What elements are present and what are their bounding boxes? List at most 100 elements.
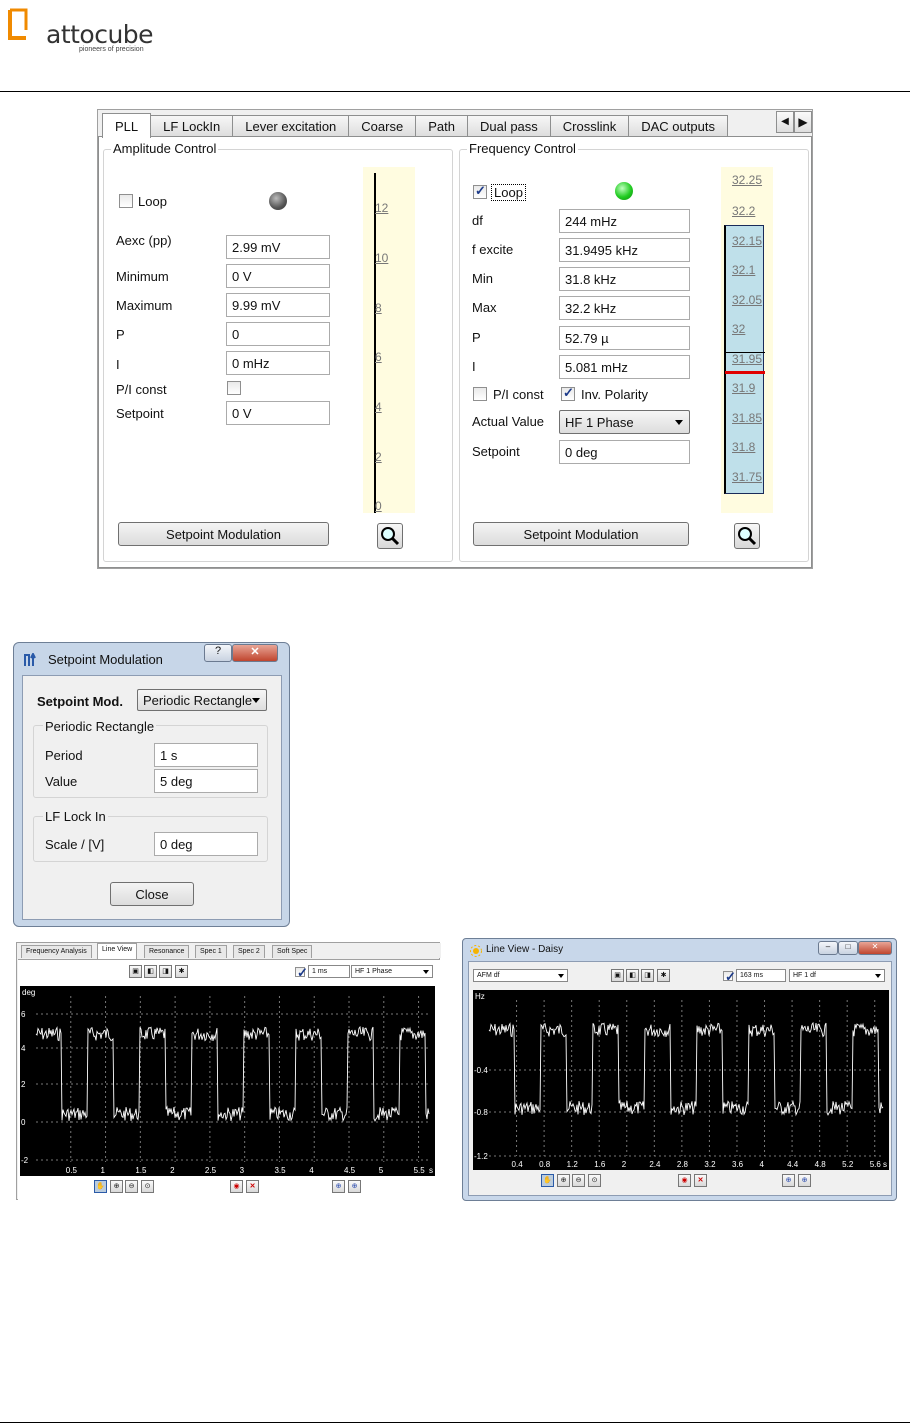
- save-icon[interactable]: ◨: [159, 965, 172, 978]
- x-tick-label: 5.6: [870, 1160, 882, 1169]
- freq-p-field[interactable]: 52.79 µ: [559, 326, 690, 350]
- camera-icon[interactable]: ▣: [129, 965, 142, 978]
- minimum-field[interactable]: 0 V: [226, 264, 330, 288]
- tab-spec-1[interactable]: Spec 1: [195, 945, 227, 958]
- tab-lf-lockin[interactable]: LF LockIn: [150, 115, 234, 137]
- freq-scale-tick: 32.25: [732, 173, 763, 187]
- x-tick-label: 4: [309, 1166, 314, 1175]
- tab-line-view[interactable]: Line View: [97, 943, 138, 959]
- zoom-fit-icon[interactable]: ⊙: [588, 1174, 601, 1187]
- tab-coarse[interactable]: Coarse: [348, 115, 417, 137]
- amp-status-led: [269, 192, 287, 210]
- tab-scroll-left-icon[interactable]: ◀: [776, 111, 794, 133]
- tab-spec-2[interactable]: Spec 2: [233, 945, 265, 958]
- channel-selected: HF 1 Phase: [355, 968, 392, 975]
- maximum-field[interactable]: 9.99 mV: [226, 293, 330, 317]
- settings-icon[interactable]: ✱: [175, 965, 188, 978]
- actual-value-select[interactable]: HF 1 Phase: [559, 410, 690, 434]
- clear-icon[interactable]: ✕: [694, 1174, 707, 1187]
- period-field[interactable]: 1 s: [154, 743, 258, 767]
- aexc-label: Aexc (pp): [116, 233, 172, 248]
- setpoint-mod-select[interactable]: Periodic Rectangle: [137, 689, 267, 711]
- tab-lever-excitation[interactable]: Lever excitation: [232, 115, 350, 137]
- minimize-button[interactable]: –: [818, 941, 838, 955]
- tab-resonance[interactable]: Resonance: [144, 945, 190, 958]
- zoom-fit-icon[interactable]: ⊙: [141, 1180, 154, 1193]
- freq-min-field[interactable]: 31.8 kHz: [559, 267, 690, 291]
- record-icon[interactable]: ◉: [230, 1180, 243, 1193]
- freq-i-field[interactable]: 5.081 mHz: [559, 355, 690, 379]
- tab-soft-spec[interactable]: Soft Spec: [272, 945, 313, 958]
- header-rule: [0, 91, 910, 92]
- brand-tagline: pioneers of precision: [79, 46, 144, 53]
- chevron-down-icon: [423, 970, 429, 974]
- freq-loop-checkbox[interactable]: [473, 183, 487, 199]
- freq-pi-const-label: P/I const: [493, 387, 544, 402]
- channel-select[interactable]: HF 1 Phase: [351, 965, 433, 978]
- open-icon[interactable]: ◧: [626, 969, 639, 982]
- zoom-x-icon[interactable]: ⊕: [332, 1180, 345, 1193]
- f-excite-field[interactable]: 31.9495 kHz: [559, 238, 690, 262]
- tab-frequency-analysis[interactable]: Frequency Analysis: [21, 945, 92, 958]
- tab-crosslink[interactable]: Crosslink: [549, 115, 630, 137]
- aexc-field[interactable]: 2.99 mV: [226, 235, 330, 259]
- amp-i-field[interactable]: 0 mHz: [226, 351, 330, 375]
- time-field[interactable]: 1 ms: [308, 965, 350, 978]
- amp-setpoint-modulation-button[interactable]: Setpoint Modulation: [118, 522, 329, 546]
- freq-scale-tick: 31.95: [732, 352, 763, 366]
- amp-loop-checkbox[interactable]: [119, 194, 133, 208]
- time-checkbox[interactable]: [295, 965, 308, 981]
- daisy-time-field[interactable]: 163 ms: [736, 969, 786, 982]
- freq-zoom-button[interactable]: [734, 523, 760, 549]
- settings-icon[interactable]: ✱: [657, 969, 670, 982]
- zoom-x-icon[interactable]: ⊕: [782, 1174, 795, 1187]
- tab-pll[interactable]: PLL: [102, 113, 152, 138]
- x-tick-label: 0.5: [66, 1166, 78, 1175]
- window-close-button[interactable]: ✕: [858, 941, 892, 955]
- freq-setpoint-modulation-button[interactable]: Setpoint Modulation: [473, 522, 689, 546]
- zoom-in-icon[interactable]: ⊕: [557, 1174, 570, 1187]
- freq-setpoint-field[interactable]: 0 deg: [559, 440, 690, 464]
- freq-scale-tick: 31.9: [732, 381, 756, 395]
- scale-field[interactable]: 0 deg: [154, 832, 258, 856]
- tab-scroll-right-icon[interactable]: ▶: [794, 111, 812, 133]
- zoom-in-icon[interactable]: ⊕: [110, 1180, 123, 1193]
- amp-pi-const-checkbox[interactable]: [227, 381, 241, 395]
- df-field[interactable]: 244 mHz: [559, 209, 690, 233]
- save-icon[interactable]: ◨: [641, 969, 654, 982]
- close-window-button[interactable]: ✕: [232, 644, 278, 662]
- line-view-daisy-window: Line View - Daisy – □ ✕ AFM df ▣ ◧ ◨ ✱ 1…: [462, 938, 897, 1201]
- freq-max-field[interactable]: 32.2 kHz: [559, 296, 690, 320]
- zoom-out-icon[interactable]: ⊖: [572, 1174, 585, 1187]
- line-plot-1: 0.5 1 1.5 2 2.5 3 3.5 4 4.5 5 5.5 6 4 2 0 -2 deg s: [20, 986, 435, 1176]
- plot-1-svg: 0.5 1 1.5 2 2.5 3 3.5 4 4.5 5 5.5 6 4 2 0 -2 deg s: [21, 988, 433, 1175]
- pan-icon[interactable]: ✋: [94, 1180, 107, 1193]
- amp-setpoint-field[interactable]: 0 V: [226, 401, 330, 425]
- help-button[interactable]: ?: [204, 644, 232, 662]
- zoom-out-icon[interactable]: ⊖: [125, 1180, 138, 1193]
- tab-dac-outputs[interactable]: DAC outputs: [628, 115, 728, 137]
- open-icon[interactable]: ◧: [144, 965, 157, 978]
- sun-icon: [470, 945, 482, 957]
- daisy-time-checkbox[interactable]: [723, 969, 736, 985]
- maximize-button[interactable]: □: [838, 941, 858, 955]
- daisy-channel-select[interactable]: HF 1 df: [789, 969, 885, 982]
- amp-p-field[interactable]: 0: [226, 322, 330, 346]
- freq-scale-tick: 31.8: [732, 440, 756, 454]
- close-button[interactable]: Close: [110, 882, 194, 906]
- camera-icon[interactable]: ▣: [611, 969, 624, 982]
- record-icon[interactable]: ◉: [678, 1174, 691, 1187]
- zoom-y-icon[interactable]: ⊕: [348, 1180, 361, 1193]
- zoom-y-icon[interactable]: ⊕: [798, 1174, 811, 1187]
- pan-icon[interactable]: ✋: [541, 1174, 554, 1187]
- source-select[interactable]: AFM df: [473, 969, 568, 982]
- tab-path[interactable]: Path: [415, 115, 468, 137]
- value-field[interactable]: 5 deg: [154, 769, 258, 793]
- clear-icon[interactable]: ✕: [246, 1180, 259, 1193]
- tab-dual-pass[interactable]: Dual pass: [466, 115, 551, 137]
- freq-pi-const-checkbox[interactable]: [473, 387, 487, 401]
- amp-zoom-button[interactable]: [377, 523, 403, 549]
- pll-panel: Amplitude Control Loop Aexc (pp) 2.99 mV…: [98, 136, 812, 568]
- frequency-scale: 32.25 32.2 32.15 32.1 32.05 32 31.95 31.…: [721, 167, 773, 513]
- inv-polarity-checkbox[interactable]: [561, 385, 575, 401]
